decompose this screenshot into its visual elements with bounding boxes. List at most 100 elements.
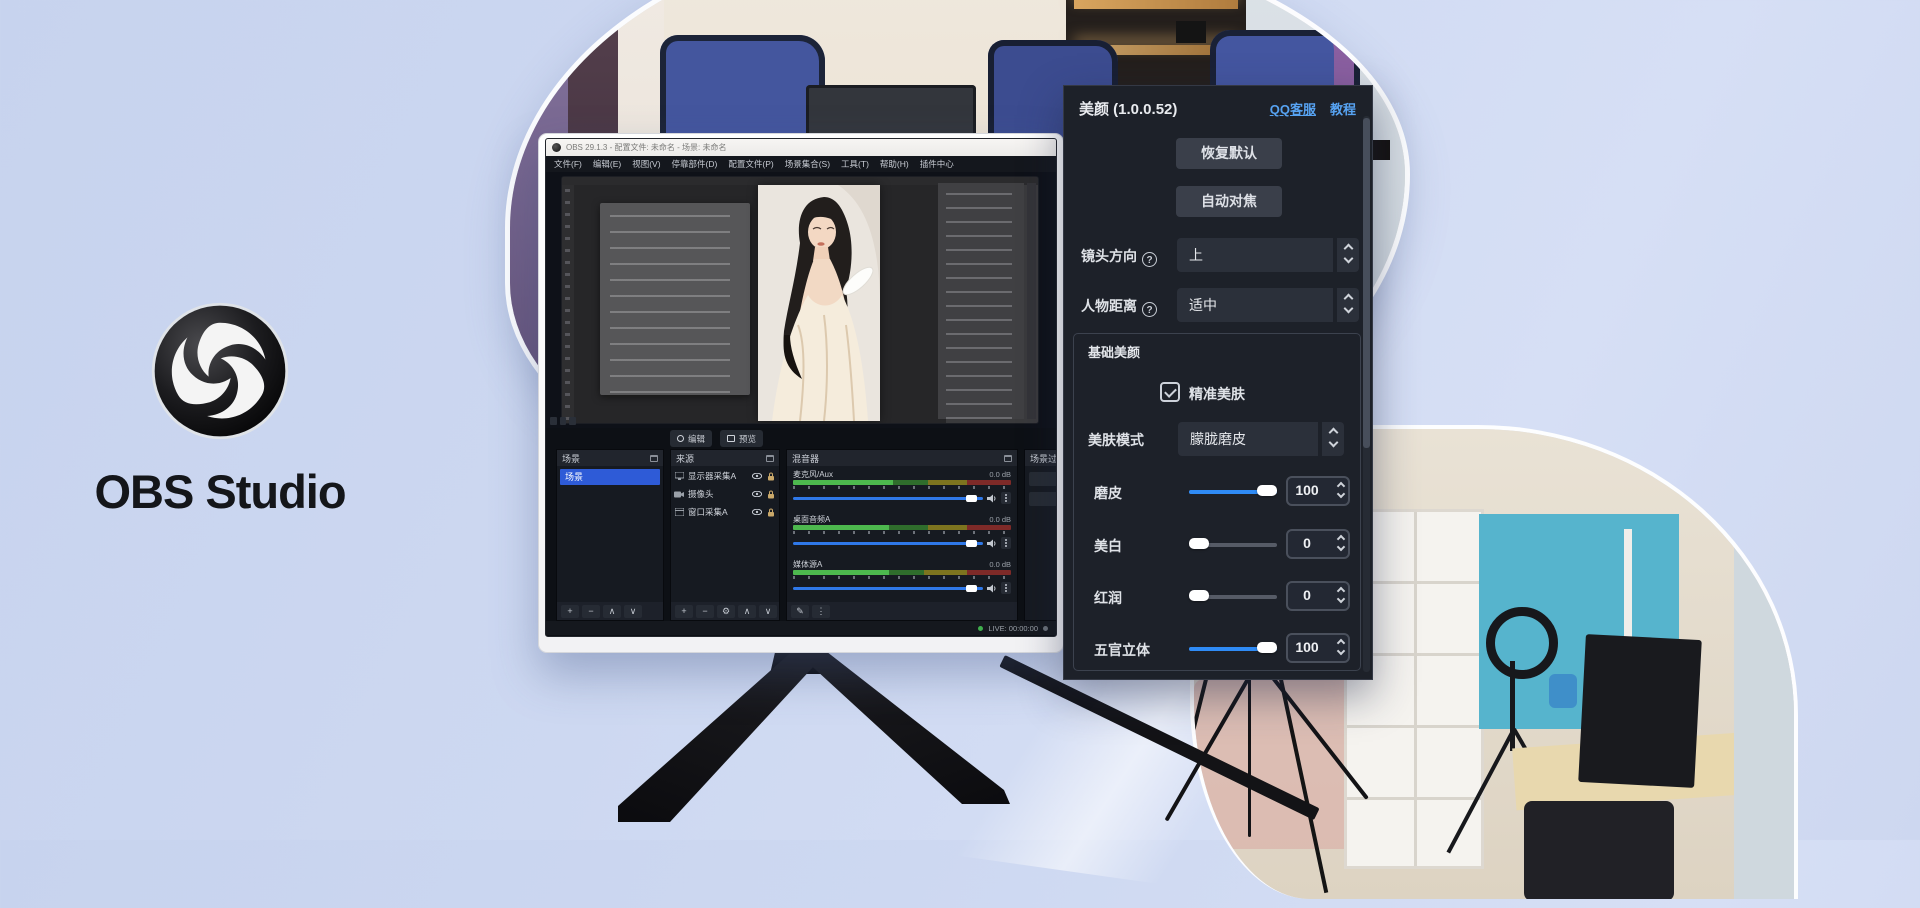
auto-focus-button[interactable]: 自动对焦 [1176, 186, 1282, 217]
subject-distance-select[interactable]: 适中 [1177, 288, 1333, 322]
speaker-icon[interactable] [987, 494, 997, 503]
smooth-skin-label: 磨皮 [1094, 483, 1122, 503]
lock-icon[interactable] [766, 508, 776, 517]
eye-icon[interactable] [752, 472, 762, 481]
transitions-dock-title: 场景过渡 [1030, 452, 1057, 465]
page: { "logo": { "label": "OBS Studio" }, "mo… [0, 0, 1920, 840]
menu-plugin-center[interactable]: 插件中心 [920, 158, 954, 170]
source-properties-button[interactable]: ⚙ [717, 605, 735, 618]
speaker-icon[interactable] [987, 539, 997, 548]
volume-db-label: 0.0 dB [989, 560, 1011, 569]
dock-float-icon[interactable] [1004, 455, 1012, 462]
skin-mode-select[interactable]: 朦胧磨皮 [1178, 422, 1318, 456]
skin-mode-label: 美肤模式 [1088, 430, 1144, 450]
rec-status-dot [1043, 626, 1048, 631]
obs-preview[interactable] [546, 172, 1056, 428]
panel-scrollbar[interactable] [1363, 116, 1370, 672]
volume-slider[interactable] [793, 542, 983, 545]
obs-logo-title: OBS Studio [55, 464, 385, 519]
volume-db-label: 0.0 dB [989, 470, 1011, 479]
lens-direction-spinner[interactable] [1335, 238, 1359, 272]
obs-window: OBS 29.1.3 - 配置文件: 未命名 - 场景: 未命名 文件(F) 编… [545, 138, 1057, 637]
lock-icon[interactable] [766, 490, 776, 499]
mixer-edit-button[interactable]: ✎ [791, 605, 809, 618]
volume-slider[interactable] [793, 497, 983, 500]
rosy-slider[interactable] [1189, 593, 1277, 601]
help-icon[interactable]: ? [1142, 252, 1157, 267]
ps-toolbar [562, 185, 574, 423]
channel-options-button[interactable] [1001, 582, 1011, 594]
monitor-stand-left-leg [610, 648, 820, 822]
add-scene-button[interactable]: + [561, 605, 579, 618]
transitions-dock: 场景过渡 [1024, 449, 1057, 621]
window-icon [674, 508, 684, 517]
lock-icon[interactable] [766, 472, 776, 481]
mixer-options-button[interactable]: ⋮ [812, 605, 830, 618]
menu-profile[interactable]: 配置文件(P) [728, 158, 773, 170]
obs-app-icon [552, 143, 561, 152]
mixer-channel: 媒体源A0.0 dB [793, 559, 1011, 601]
remove-source-button[interactable]: − [696, 605, 714, 618]
portrait-image [758, 185, 880, 421]
tutorial-link[interactable]: 教程 [1330, 99, 1356, 118]
menu-docks[interactable]: 停靠部件(D) [672, 158, 718, 170]
restore-defaults-button[interactable]: 恢复默认 [1176, 138, 1282, 169]
scrollbar-thumb[interactable] [1363, 118, 1370, 448]
vu-meter [793, 570, 1011, 575]
sources-dock-title: 来源 [676, 452, 694, 465]
vu-meter [793, 525, 1011, 530]
source-down-button[interactable]: ∨ [759, 605, 777, 618]
obs-logo: OBS Studio [55, 300, 385, 550]
remove-scene-button[interactable]: − [582, 605, 600, 618]
menu-tools[interactable]: 工具(T) [841, 158, 869, 170]
whitening-spinbox[interactable]: 0 [1286, 529, 1350, 559]
whitening-slider[interactable] [1189, 541, 1277, 549]
precise-skin-checkbox[interactable] [1160, 382, 1180, 402]
mixer-dock-title: 混音器 [792, 452, 819, 465]
scene-up-button[interactable]: ∧ [603, 605, 621, 618]
subject-distance-spinner[interactable] [1335, 288, 1359, 322]
scene-item[interactable]: 场景 [560, 469, 660, 485]
audio-mixer-dock: 混音器 麦克风/Aux0.0 dB 桌面音频A0.0 dB [786, 449, 1018, 621]
menu-view[interactable]: 视图(V) [632, 158, 660, 170]
qq-support-link[interactable]: QQ客服 [1270, 99, 1316, 118]
help-icon[interactable]: ? [1142, 302, 1157, 317]
rosy-spinbox[interactable]: 0 [1286, 581, 1350, 611]
add-source-button[interactable]: + [675, 605, 693, 618]
scenes-dock-title: 场景 [562, 452, 580, 465]
ps-floating-dialog [600, 203, 750, 395]
whitening-label: 美白 [1094, 536, 1122, 556]
basic-beauty-group: 基础美颜 精准美肤 美肤模式 朦胧磨皮 磨皮 100 美白 0 红润 0 五官立… [1073, 333, 1361, 671]
source-up-button[interactable]: ∧ [738, 605, 756, 618]
menu-scene-collection[interactable]: 场景集合(S) [785, 158, 830, 170]
menu-help[interactable]: 帮助(H) [880, 158, 909, 170]
scene-down-button[interactable]: ∨ [624, 605, 642, 618]
source-row[interactable]: 摄像头 [674, 486, 776, 502]
facial-3d-spinbox[interactable]: 100 [1286, 633, 1350, 663]
vu-meter [793, 480, 1011, 485]
facial-3d-slider[interactable] [1189, 645, 1277, 653]
eye-icon[interactable] [752, 490, 762, 499]
edit-chip[interactable]: 编辑 [670, 430, 712, 447]
channel-options-button[interactable] [1001, 537, 1011, 549]
menu-file[interactable]: 文件(F) [554, 158, 582, 170]
dock-float-icon[interactable] [650, 455, 658, 462]
lens-direction-select[interactable]: 上 [1177, 238, 1333, 272]
precise-skin-label: 精准美肤 [1189, 384, 1245, 404]
camera-icon [674, 490, 684, 499]
skin-mode-spinner[interactable] [1320, 422, 1344, 456]
eye-icon[interactable] [752, 508, 762, 517]
speaker-icon[interactable] [987, 584, 997, 593]
dock-float-icon[interactable] [766, 455, 774, 462]
tripod-leg [1248, 672, 1251, 837]
source-row[interactable]: 窗口采集A [674, 504, 776, 520]
captured-photoshop-window [562, 177, 1038, 423]
preview-chip[interactable]: 预览 [720, 430, 763, 447]
source-row[interactable]: 显示器采集A [674, 468, 776, 484]
smooth-skin-spinbox[interactable]: 100 [1286, 476, 1350, 506]
smooth-skin-slider[interactable] [1189, 488, 1277, 496]
obs-statusbar: LIVE: 00:00:00 [546, 621, 1056, 635]
menu-edit[interactable]: 编辑(E) [593, 158, 621, 170]
volume-slider[interactable] [793, 587, 983, 590]
channel-options-button[interactable] [1001, 492, 1011, 504]
